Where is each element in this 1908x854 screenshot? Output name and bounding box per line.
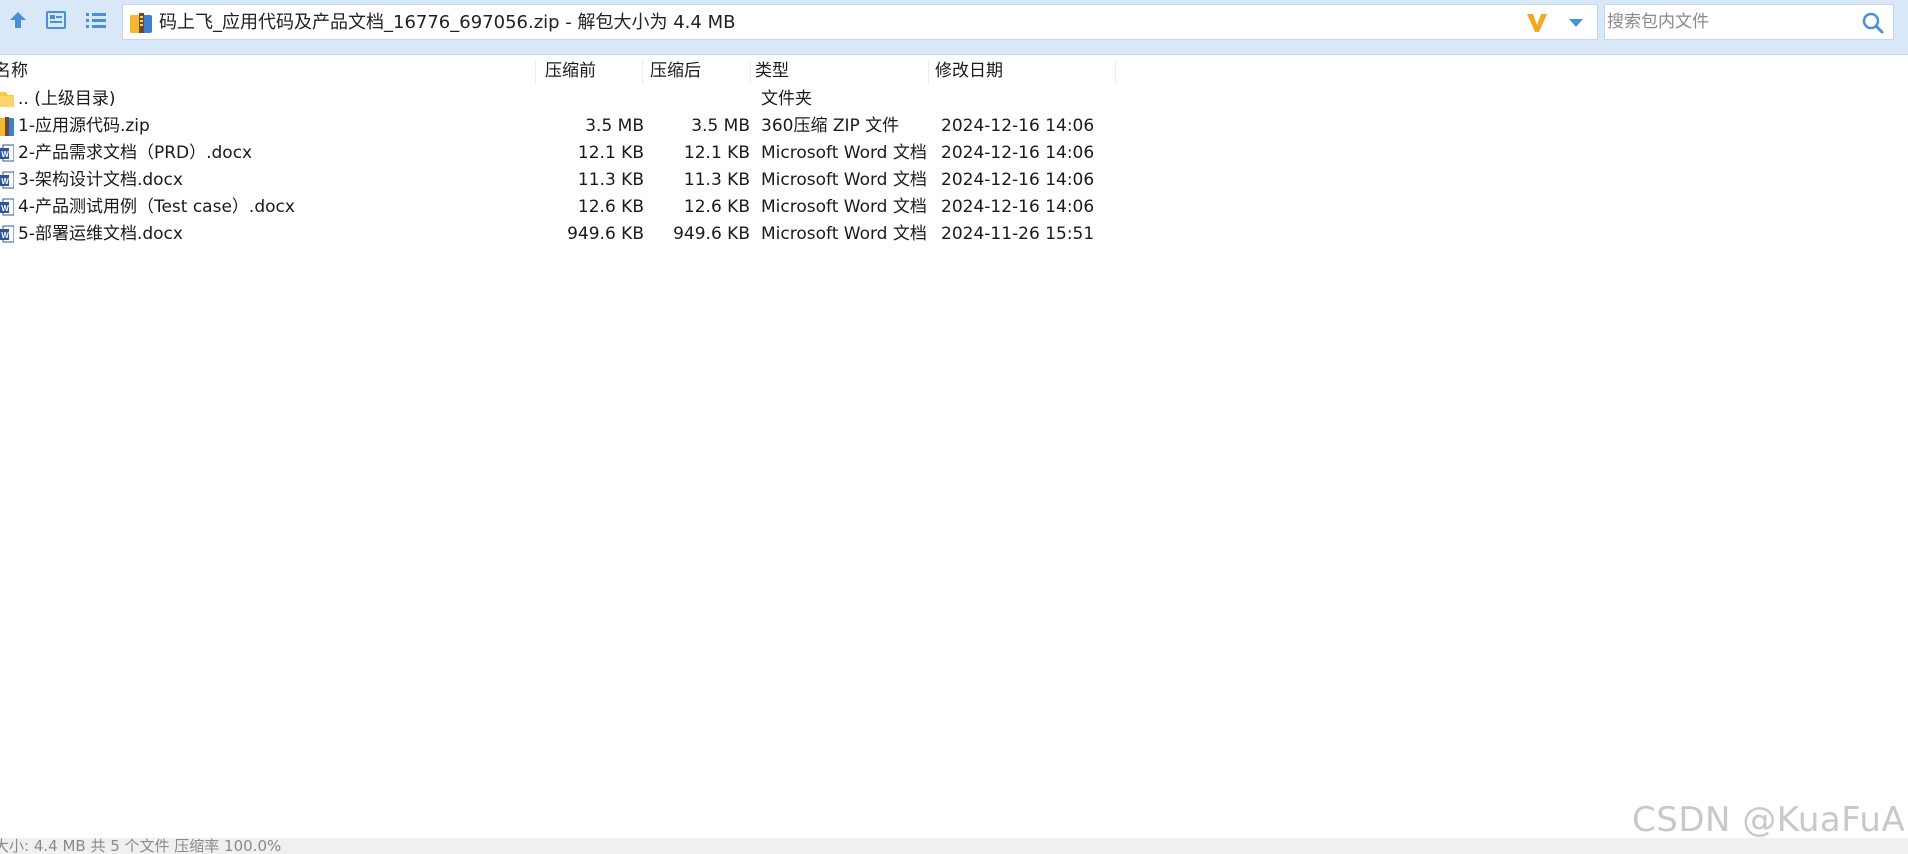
file-name: .. (上级目录) <box>18 89 116 109</box>
search-box <box>1604 4 1894 40</box>
file-type: Microsoft Word 文档 <box>761 143 927 163</box>
file-name: 5-部署运维文档.docx <box>18 224 183 244</box>
file-size-before: 3.5 MB <box>585 116 644 136</box>
column-name[interactable]: 名称 <box>0 56 28 86</box>
up-button[interactable] <box>2 8 34 36</box>
file-name: 3-架构设计文档.docx <box>18 170 183 190</box>
file-type: 360压缩 ZIP 文件 <box>761 116 900 136</box>
zip-archive-icon <box>0 115 14 137</box>
file-date: 2024-12-16 14:06 <box>941 143 1095 163</box>
list-item-parent-folder[interactable]: .. (上级目录) 文件夹 <box>0 86 1908 113</box>
arrow-up-icon <box>7 9 29 35</box>
file-size-after: 3.5 MB <box>691 116 750 136</box>
word-doc-icon: W <box>0 196 15 218</box>
search-icon[interactable] <box>1861 11 1885 39</box>
column-divider[interactable] <box>928 60 929 84</box>
list-item-file[interactable]: W 4-产品测试用例（Test case）.docx 12.6 KB 12.6 … <box>0 194 1908 221</box>
list-item-file[interactable]: W 5-部署运维文档.docx 949.6 KB 949.6 KB Micros… <box>0 221 1908 248</box>
list-item-file[interactable]: 1-应用源代码.zip 3.5 MB 3.5 MB 360压缩 ZIP 文件 2… <box>0 113 1908 140</box>
status-text: 大小: 4.4 MB 共 5 个文件 压缩率 100.0% <box>0 838 282 854</box>
status-bar: 大小: 4.4 MB 共 5 个文件 压缩率 100.0% <box>0 838 1908 854</box>
file-size-before: 12.1 KB <box>577 143 644 163</box>
file-date: 2024-12-16 14:06 <box>941 116 1095 136</box>
file-name: 4-产品测试用例（Test case）.docx <box>18 197 295 217</box>
column-divider[interactable] <box>1115 60 1116 84</box>
file-size-before <box>540 86 644 113</box>
file-type: Microsoft Word 文档 <box>761 197 927 217</box>
column-header: 名称 压缩前 压缩后 类型 修改日期 <box>0 56 1908 86</box>
list-item-file[interactable]: W 3-架构设计文档.docx 11.3 KB 11.3 KB Microsof… <box>0 167 1908 194</box>
file-size-after: 12.1 KB <box>683 143 750 163</box>
file-size-after: 949.6 KB <box>673 224 750 244</box>
list-view-icon <box>84 10 108 34</box>
address-bar[interactable]: 码上飞_应用代码及产品文档_16776_697056.zip - 解包大小为 4… <box>122 4 1598 40</box>
file-date: 2024-12-16 14:06 <box>941 197 1095 217</box>
word-doc-icon: W <box>0 223 15 245</box>
file-size-after: 12.6 KB <box>683 197 750 217</box>
file-date: 2024-12-16 14:06 <box>941 170 1095 190</box>
word-doc-icon: W <box>0 142 15 164</box>
v-brand-icon[interactable] <box>1525 12 1549 38</box>
file-size-before: 12.6 KB <box>577 197 644 217</box>
file-type: Microsoft Word 文档 <box>761 224 927 244</box>
file-type: 文件夹 <box>761 89 812 109</box>
word-doc-icon: W <box>0 169 15 191</box>
thumbnail-view-button[interactable] <box>40 8 72 36</box>
chevron-down-icon[interactable] <box>1567 15 1585 35</box>
search-input[interactable] <box>1607 7 1847 37</box>
file-name: 2-产品需求文档（PRD）.docx <box>18 143 253 163</box>
file-size-before: 11.3 KB <box>577 170 644 190</box>
column-divider[interactable] <box>642 60 643 84</box>
file-size-after: 11.3 KB <box>683 170 750 190</box>
column-type[interactable]: 类型 <box>755 56 789 86</box>
archive-path: 码上飞_应用代码及产品文档_16776_697056.zip - 解包大小为 4… <box>159 12 736 33</box>
thumbnail-view-icon <box>45 10 67 34</box>
svg-text:W: W <box>1 150 9 159</box>
folder-icon <box>0 88 14 110</box>
file-name: 1-应用源代码.zip <box>18 116 150 136</box>
archive-icon <box>129 12 153 34</box>
file-date: 2024-11-26 15:51 <box>941 224 1095 244</box>
svg-text:W: W <box>1 177 9 186</box>
column-date[interactable]: 修改日期 <box>935 56 1003 86</box>
column-before[interactable]: 压缩前 <box>545 56 596 86</box>
file-size-after <box>648 86 750 113</box>
column-after[interactable]: 压缩后 <box>650 56 701 86</box>
file-size-before: 949.6 KB <box>567 224 644 244</box>
list-item-file[interactable]: W 2-产品需求文档（PRD）.docx 12.1 KB 12.1 KB Mic… <box>0 140 1908 167</box>
column-divider[interactable] <box>535 60 536 84</box>
list-view-button[interactable] <box>80 8 112 36</box>
svg-text:W: W <box>1 204 9 213</box>
watermark: CSDN @KuaFuAI <box>1632 800 1908 840</box>
column-divider[interactable] <box>750 60 751 84</box>
toolbar: 码上飞_应用代码及产品文档_16776_697056.zip - 解包大小为 4… <box>0 0 1908 55</box>
svg-text:W: W <box>1 231 9 240</box>
file-type: Microsoft Word 文档 <box>761 170 927 190</box>
